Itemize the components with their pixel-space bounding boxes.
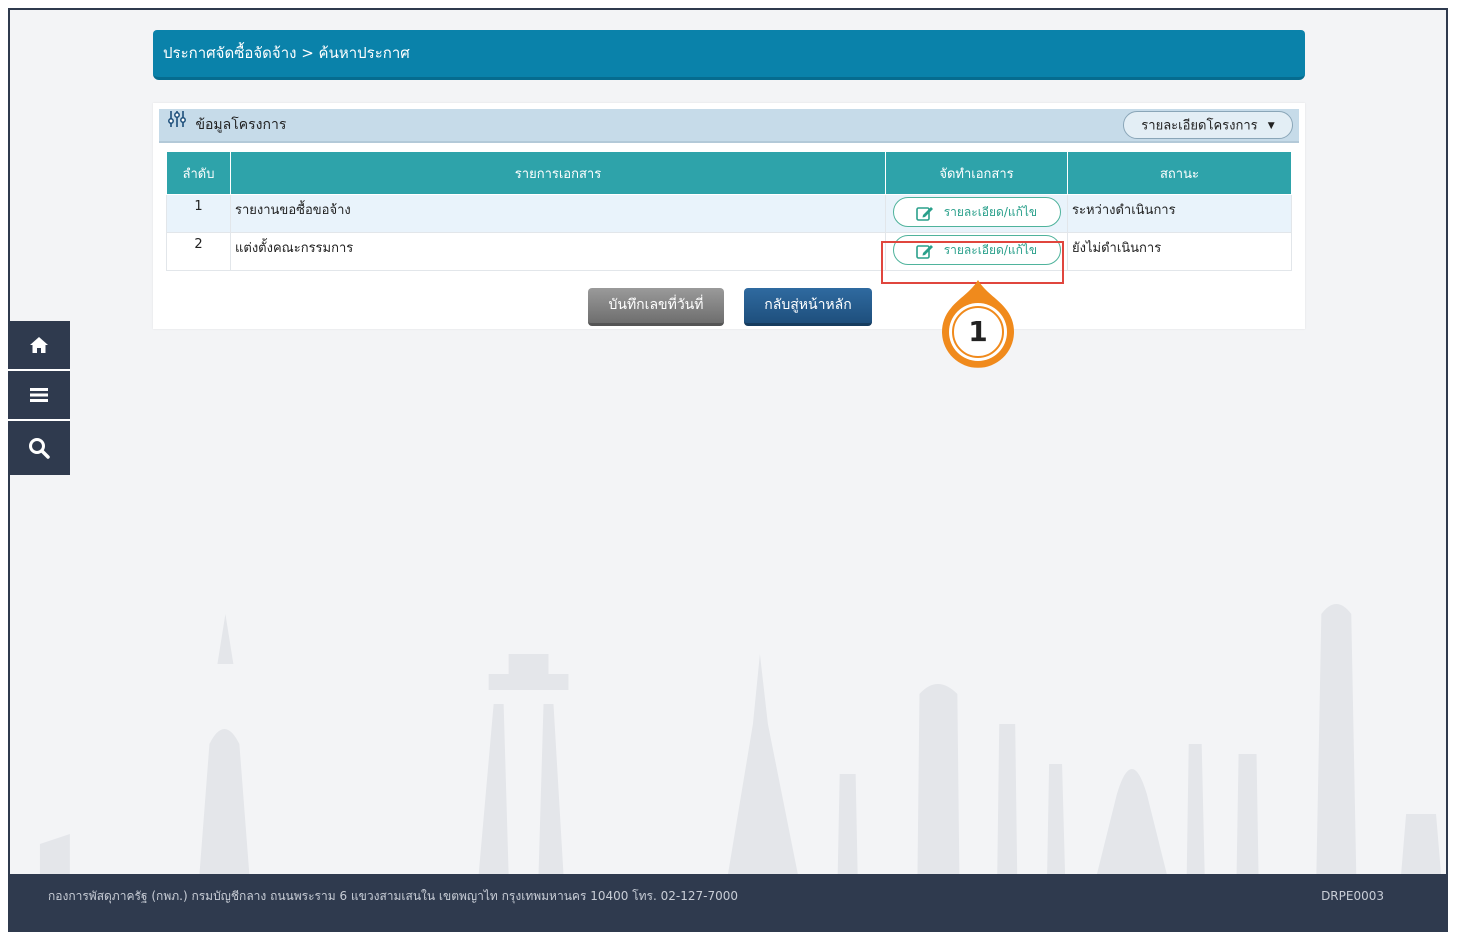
page-code: DRPE0003 xyxy=(1321,889,1384,903)
row-number: 2 xyxy=(166,232,231,271)
documents-table: ลำดับ รายการเอกสาร จัดทำเอกสาร สถานะ 1 ร… xyxy=(166,151,1292,271)
table-row: 2 แต่งตั้งคณะกรรมการ รายละเอียด/แก้ไข ยั… xyxy=(166,232,1292,271)
status-text: ระหว่างดำเนินการ xyxy=(1067,194,1292,233)
save-number-date-button[interactable]: บันทึกเลขที่วันที่ xyxy=(588,288,724,326)
search-icon xyxy=(29,438,50,459)
edit-details-button[interactable]: รายละเอียด/แก้ไข xyxy=(892,197,1061,227)
document-name: แต่งตั้งคณะกรรมการ xyxy=(230,232,886,271)
edit-details-label: รายละเอียด/แก้ไข xyxy=(943,243,1038,257)
home-button[interactable] xyxy=(8,321,70,371)
menu-button[interactable] xyxy=(8,371,70,421)
callout-number: 1 xyxy=(968,315,988,348)
home-icon xyxy=(30,337,48,353)
sliders-icon xyxy=(167,109,187,141)
edit-icon xyxy=(916,244,933,259)
panel-header: ข้อมูลโครงการ รายละเอียดโครงการ ▼ xyxy=(159,109,1299,143)
side-toolbar xyxy=(8,321,70,475)
search-button[interactable] xyxy=(8,421,70,475)
action-cell: รายละเอียด/แก้ไข xyxy=(885,232,1068,271)
panel-title-text: ข้อมูลโครงการ xyxy=(195,117,287,133)
menu-icon xyxy=(30,388,48,402)
skyline-background xyxy=(39,604,1442,874)
table-row: 1 รายงานขอซื้อขอจ้าง รายละเอียด/แก้ไข ระ… xyxy=(166,194,1292,233)
action-cell: รายละเอียด/แก้ไข xyxy=(885,194,1068,233)
document-name: รายงานขอซื้อขอจ้าง xyxy=(230,194,886,233)
edit-details-label: รายละเอียด/แก้ไข xyxy=(943,205,1038,219)
panel-title: ข้อมูลโครงการ xyxy=(167,109,286,141)
row-number: 1 xyxy=(166,194,231,233)
footer-address: กองการพัสดุภาครัฐ (กพภ.) กรมบัญชีกลาง ถน… xyxy=(48,889,738,903)
column-header: จัดทำเอกสาร xyxy=(885,151,1068,195)
app-frame: ประกาศจัดซื้อจัดจ้าง > ค้นหาประกาศ ข้อมู… xyxy=(8,8,1448,932)
project-detail-dropdown[interactable]: รายละเอียดโครงการ ▼ xyxy=(1123,111,1293,139)
page-breadcrumb: ประกาศจัดซื้อจัดจ้าง > ค้นหาประกาศ xyxy=(153,30,1305,80)
edit-icon xyxy=(916,206,933,221)
column-header: ลำดับ xyxy=(166,151,231,195)
step-callout: 1 xyxy=(937,276,1019,372)
caret-down-icon: ▼ xyxy=(1267,121,1275,131)
column-header: รายการเอกสาร xyxy=(230,151,886,195)
back-to-main-button[interactable]: กลับสู่หน้าหลัก xyxy=(744,288,872,326)
edit-details-button[interactable]: รายละเอียด/แก้ไข xyxy=(892,235,1061,265)
project-card: ข้อมูลโครงการ รายละเอียดโครงการ ▼ ลำดับ … xyxy=(153,103,1305,329)
footer: กองการพัสดุภาครัฐ (กพภ.) กรมบัญชีกลาง ถน… xyxy=(10,874,1448,932)
table-header-row: ลำดับ รายการเอกสาร จัดทำเอกสาร สถานะ xyxy=(166,151,1292,195)
status-text: ยังไม่ดำเนินการ xyxy=(1067,232,1292,271)
project-detail-label: รายละเอียดโครงการ xyxy=(1141,118,1258,134)
column-header: สถานะ xyxy=(1067,151,1292,195)
